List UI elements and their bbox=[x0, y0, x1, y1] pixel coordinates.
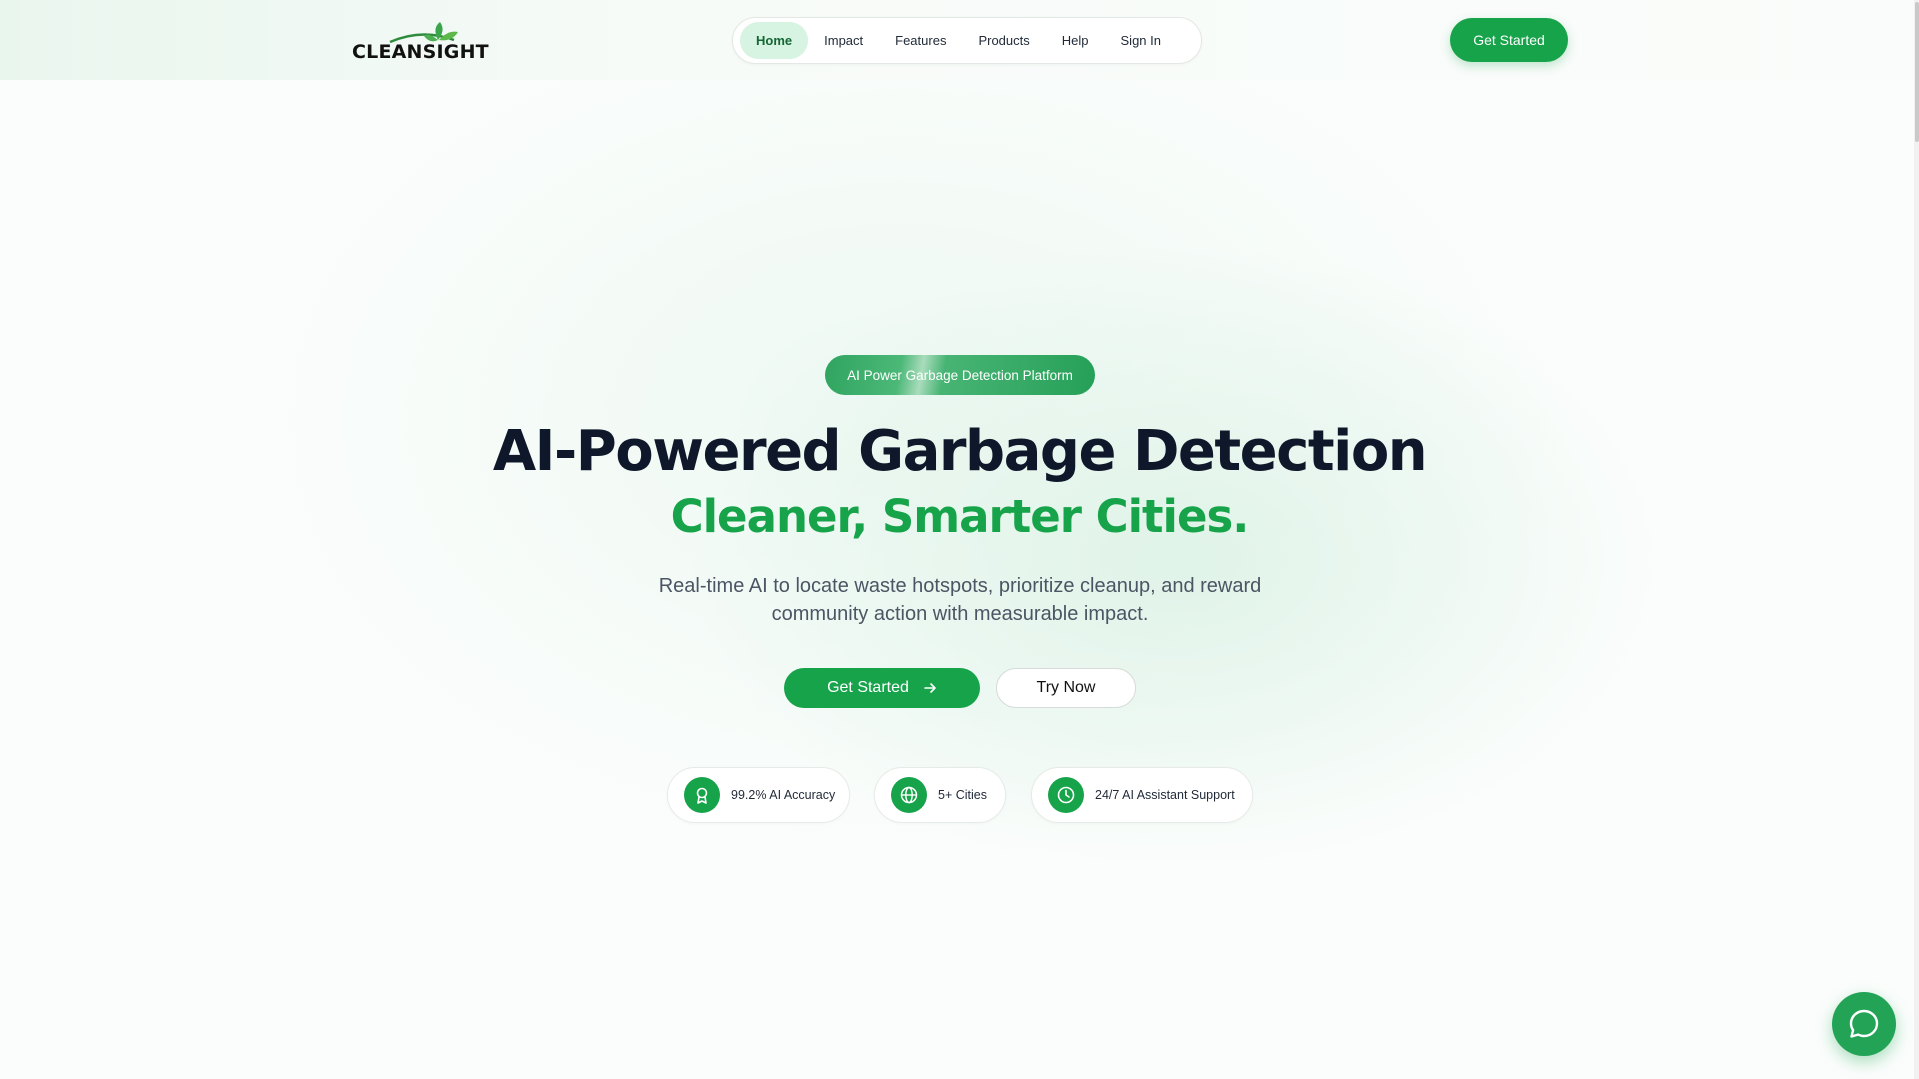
stat-cities: 5+ Cities bbox=[874, 767, 1006, 823]
nav-sign-in[interactable]: Sign In bbox=[1105, 22, 1177, 59]
stat-accuracy-label: 99.2% AI Accuracy bbox=[731, 788, 836, 802]
stat-accuracy: 99.2% AI Accuracy bbox=[667, 767, 850, 823]
award-icon bbox=[684, 777, 720, 813]
cleansight-logo[interactable]: CLEANSIGHT bbox=[352, 20, 489, 63]
platform-badge: AI Power Garbage Detection Platform bbox=[825, 355, 1095, 395]
nav-home[interactable]: Home bbox=[740, 22, 809, 59]
logo-wordmark: CLEANSIGHT bbox=[352, 41, 489, 63]
main-nav: Home Impact Features Products Help Sign … bbox=[732, 17, 1202, 64]
nav-impact[interactable]: Impact bbox=[808, 22, 879, 59]
header-get-started-button[interactable]: Get Started bbox=[1450, 18, 1568, 62]
get-started-label: Get Started bbox=[827, 679, 909, 696]
nav-products[interactable]: Products bbox=[962, 22, 1045, 59]
try-now-button[interactable]: Try Now bbox=[996, 668, 1136, 708]
hero-title: AI-Powered Garbage Detection bbox=[492, 419, 1428, 484]
arrow-right-icon bbox=[924, 683, 936, 693]
site-header: CLEANSIGHT Home Impact Features Products… bbox=[0, 0, 1914, 80]
chat-button[interactable] bbox=[1832, 992, 1896, 1056]
hero-description: Real-time AI to locate waste hotspots, p… bbox=[658, 575, 1262, 625]
stat-cities-label: 5+ Cities bbox=[938, 788, 987, 802]
nav-features[interactable]: Features bbox=[879, 22, 962, 59]
nav-help[interactable]: Help bbox=[1046, 22, 1105, 59]
stat-support: 24/7 AI Assistant Support bbox=[1031, 767, 1253, 823]
chat-bubble-icon bbox=[1849, 1009, 1879, 1038]
hero-subtitle: Cleaner, Smarter Cities. bbox=[670, 490, 1250, 543]
clock-icon bbox=[1048, 777, 1084, 813]
scrollbar-thumb[interactable] bbox=[1915, 2, 1919, 142]
globe-icon bbox=[891, 777, 927, 813]
stat-support-label: 24/7 AI Assistant Support bbox=[1095, 788, 1235, 802]
get-started-button[interactable]: Get Started bbox=[784, 668, 980, 708]
